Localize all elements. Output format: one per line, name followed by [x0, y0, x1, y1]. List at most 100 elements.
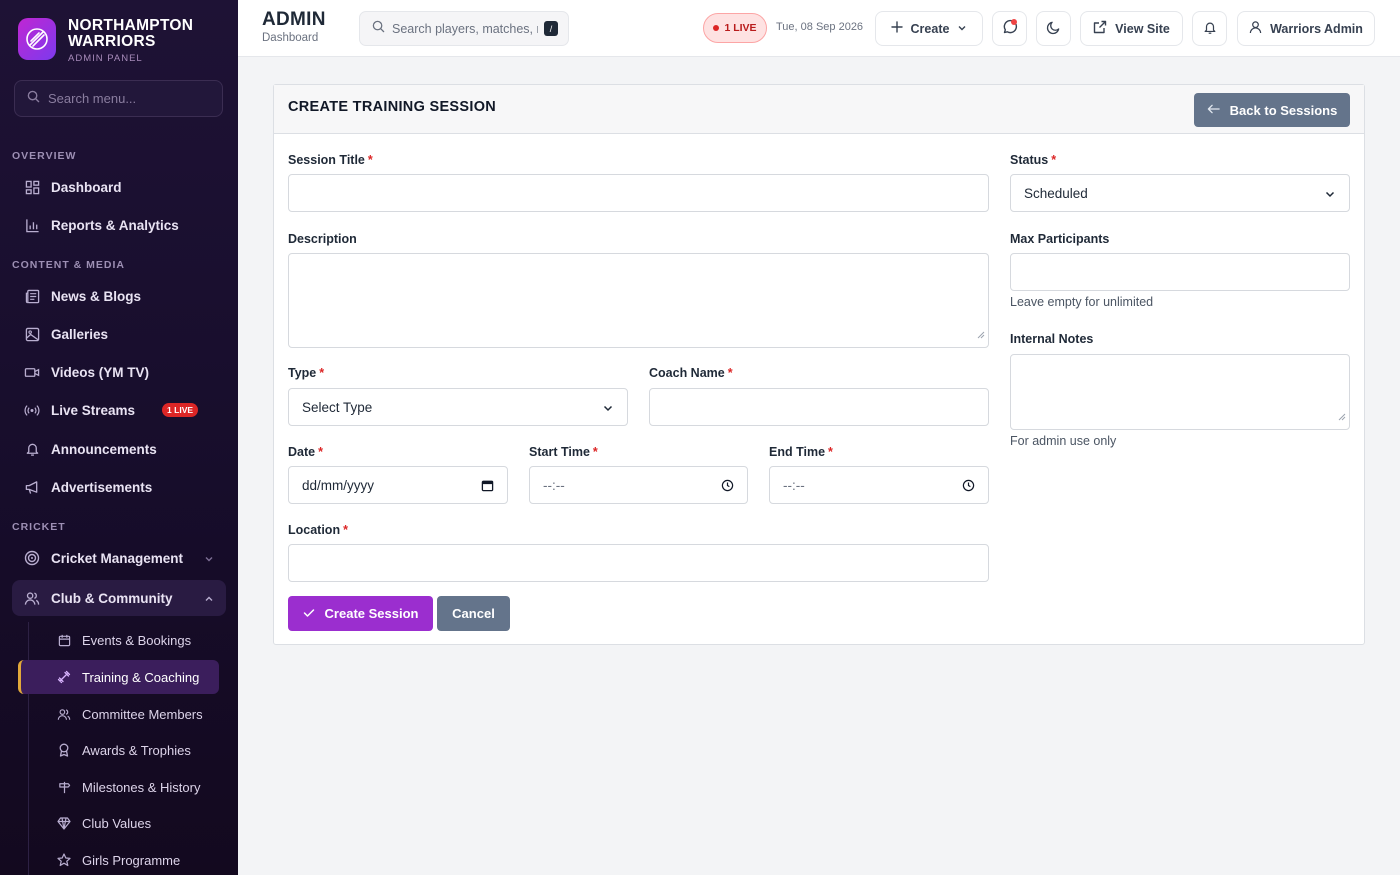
status-select-value: Scheduled [1024, 186, 1088, 201]
sidebar-subitem-label: Committee Members [82, 706, 203, 722]
sidebar-subitem-awards[interactable]: Awards & Trophies [18, 733, 219, 767]
date-input-value: dd/mm/yyyy [302, 478, 375, 493]
status-label: Status * [1010, 153, 1057, 167]
moon-icon [1046, 20, 1061, 38]
clock-icon[interactable] [721, 479, 734, 497]
sidebar-item-advertisements[interactable]: Advertisements [12, 469, 226, 505]
max-participants-input[interactable] [1010, 253, 1350, 291]
sidebar-item-reports[interactable]: Reports & Analytics [12, 207, 226, 243]
notifications-button[interactable] [1192, 11, 1227, 46]
internal-notes-textarea[interactable] [1010, 354, 1350, 430]
start-time-input[interactable]: --:-- [529, 466, 748, 504]
user-icon [1249, 20, 1262, 37]
megaphone-icon [24, 479, 40, 495]
award-icon [57, 743, 71, 757]
dumbbell-icon [57, 670, 71, 684]
signpost-icon [57, 780, 71, 794]
view-site-button[interactable]: View Site [1080, 11, 1183, 46]
sidebar-item-cricket-management[interactable]: Cricket Management [12, 540, 226, 576]
session-title-input[interactable] [288, 174, 989, 212]
theme-toggle-button[interactable] [1036, 11, 1071, 46]
coach-name-input[interactable] [649, 388, 989, 426]
internal-notes-label: Internal Notes [1010, 332, 1094, 346]
sidebar-item-club-community[interactable]: Club & Community [12, 580, 226, 616]
sidebar-item-announcements[interactable]: Announcements [12, 431, 226, 467]
bell-icon [24, 441, 40, 457]
description-textarea[interactable] [288, 253, 989, 348]
global-search-placeholder: Search players, matches, r [392, 21, 538, 36]
type-select[interactable]: Select Type [288, 388, 628, 426]
resize-handle-icon[interactable] [1338, 408, 1346, 426]
create-menu-button[interactable]: Create [875, 11, 983, 46]
users-icon [24, 590, 40, 606]
internal-notes-hint: For admin use only [1010, 434, 1117, 448]
sidebar-subitem-club-values[interactable]: Club Values [18, 806, 219, 840]
sidebar-item-news[interactable]: News & Blogs [12, 278, 226, 314]
section-label-content-media: CONTENT & MEDIA [12, 259, 125, 271]
target-icon [24, 550, 40, 566]
broadcast-icon [24, 402, 40, 418]
calendar-icon[interactable] [481, 479, 494, 497]
club-logo-icon [18, 18, 56, 60]
messages-button[interactable] [992, 11, 1027, 46]
description-label: Description [288, 232, 357, 246]
end-time-input[interactable]: --:-- [769, 466, 989, 504]
sidebar-item-videos[interactable]: Videos (YM TV) [12, 354, 226, 390]
grid-icon [24, 179, 40, 195]
chevron-up-icon [204, 592, 214, 607]
sidebar: NORTHAMPTON WARRIORS ADMIN PANEL Search … [0, 0, 238, 875]
start-time-value: --:-- [543, 478, 565, 493]
live-indicator-button[interactable]: 1 LIVE [703, 13, 767, 43]
type-select-value: Select Type [302, 400, 373, 415]
check-icon [303, 606, 315, 621]
sidebar-search-input[interactable]: Search menu... [14, 80, 223, 117]
video-icon [24, 364, 40, 380]
sidebar-item-dashboard[interactable]: Dashboard [12, 169, 226, 205]
sidebar-subitem-label: Training & Coaching [82, 669, 200, 685]
chevron-down-icon [204, 552, 214, 567]
sidebar-item-label: Galleries [51, 326, 109, 342]
brand-name-line1: NORTHAMPTON [68, 17, 194, 34]
sidebar-subitem-milestones[interactable]: Milestones & History [18, 770, 219, 804]
sidebar-item-live-streams[interactable]: Live Streams 1 LIVE [12, 392, 226, 428]
breadcrumb[interactable]: Dashboard [262, 32, 318, 44]
sidebar-subitem-committee[interactable]: Committee Members [18, 697, 219, 731]
bar-chart-icon [24, 217, 40, 233]
brand[interactable]: NORTHAMPTON WARRIORS ADMIN PANEL [18, 18, 193, 64]
live-dot-icon [713, 25, 720, 31]
sidebar-subitem-label: Events & Bookings [82, 632, 192, 648]
sidebar-subitem-label: Awards & Trophies [82, 742, 191, 758]
location-input[interactable] [288, 544, 989, 582]
cancel-button[interactable]: Cancel [437, 596, 510, 631]
gem-icon [57, 816, 71, 830]
resize-handle-icon[interactable] [977, 326, 985, 344]
back-to-sessions-button[interactable]: Back to Sessions [1194, 93, 1350, 127]
sidebar-item-label: News & Blogs [51, 288, 142, 304]
sidebar-subitem-events[interactable]: Events & Bookings [18, 623, 219, 657]
global-search-input[interactable]: Search players, matches, r / [359, 11, 569, 46]
date-label: Date * [288, 445, 323, 459]
user-menu-button[interactable]: Warriors Admin [1237, 11, 1375, 46]
arrow-left-icon [1207, 103, 1220, 118]
sidebar-item-galleries[interactable]: Galleries [12, 316, 226, 352]
sidebar-item-label: Cricket Management [51, 550, 184, 566]
user-label: Warriors Admin [1270, 21, 1363, 36]
sidebar-subitem-girls-programme[interactable]: Girls Programme [18, 843, 219, 875]
star-icon [57, 853, 71, 867]
create-label: Create [910, 21, 950, 36]
page-title: ADMIN [262, 9, 326, 30]
end-time-value: --:-- [783, 478, 805, 493]
start-time-label: Start Time * [529, 445, 598, 459]
chevron-down-icon [957, 22, 967, 36]
sidebar-subitem-label: Milestones & History [82, 779, 201, 795]
search-icon [372, 20, 385, 38]
sidebar-subitem-training[interactable]: Training & Coaching [18, 660, 219, 694]
clock-icon[interactable] [962, 479, 975, 497]
session-title-label: Session Title * [288, 153, 373, 167]
create-session-button[interactable]: Create Session [288, 596, 433, 631]
sidebar-item-label: Live Streams [51, 402, 136, 418]
date-input[interactable]: dd/mm/yyyy [288, 466, 508, 504]
status-select[interactable]: Scheduled [1010, 174, 1350, 212]
max-participants-label: Max Participants [1010, 232, 1110, 246]
brand-name-line2: WARRIORS [68, 33, 156, 50]
